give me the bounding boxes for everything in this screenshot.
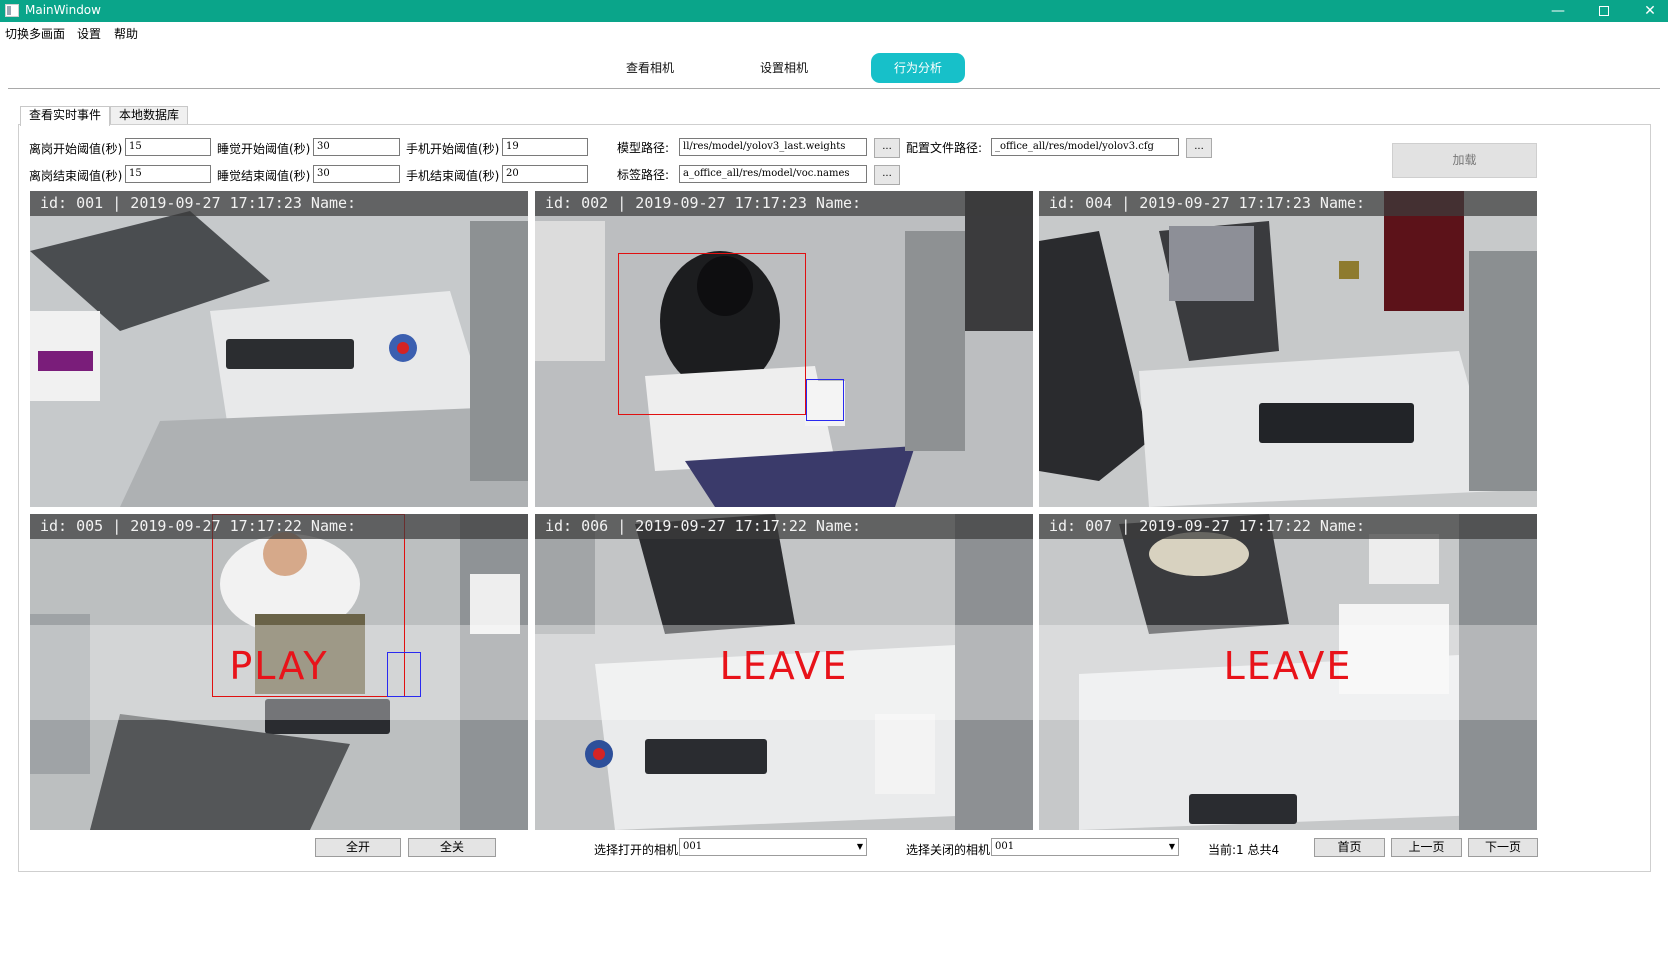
tab-behavior-analysis[interactable]: 行为分析 [871, 53, 965, 83]
close-all-button[interactable]: 全关 [408, 838, 496, 857]
menu-switch-multiview[interactable]: 切换多画面 [5, 25, 65, 42]
detection-box-person [618, 253, 806, 415]
select-open-camera-label: 选择打开的相机 [594, 843, 679, 857]
config-path-input[interactable]: _office_all/res/model/yolov3.cfg [991, 138, 1179, 156]
sleep-start-input[interactable]: 30 [313, 138, 400, 156]
next-page-button[interactable]: 下一页 [1468, 838, 1538, 857]
select-open-camera-value: 001 [683, 841, 703, 852]
page-info: 当前:1 总共4 [1208, 843, 1280, 857]
maximize-icon [1599, 6, 1609, 16]
title-bar: MainWindow — ✕ [0, 0, 1668, 22]
tag-path-input[interactable]: a_office_all/res/model/voc.names [679, 165, 867, 183]
select-close-camera-value: 001 [995, 841, 1015, 852]
select-close-camera-label: 选择关闭的相机 [906, 843, 991, 857]
behavior-status-label: LEAVE [1223, 644, 1353, 688]
camera-overlay-text: id: 005 | 2019-09-27 17:17:22 Name: [30, 514, 528, 539]
menu-bar: 切换多画面 设置 帮助 [0, 22, 1668, 42]
tag-path-label: 标签路径: [617, 168, 670, 182]
tab-setup-camera[interactable]: 设置相机 [737, 53, 831, 83]
phone-start-input[interactable]: 19 [502, 138, 588, 156]
config-path-label: 配置文件路径: [906, 141, 983, 155]
camera-view-006[interactable]: LEAVE id: 006 | 2019-09-27 17:17:22 Name… [535, 514, 1033, 830]
config-path-browse-button[interactable]: ... [1186, 138, 1212, 158]
leave-end-input[interactable]: 15 [125, 165, 211, 183]
sleep-end-label: 睡觉结束阈值(秒) [217, 169, 311, 183]
camera-overlay-text: id: 001 | 2019-09-27 17:17:23 Name: [30, 191, 528, 216]
phone-end-input[interactable]: 20 [502, 165, 588, 183]
camera-scene [1039, 191, 1537, 507]
open-all-button[interactable]: 全开 [315, 838, 401, 857]
model-path-label: 模型路径: [617, 141, 670, 155]
minimize-button[interactable]: — [1535, 0, 1581, 22]
camera-view-007[interactable]: LEAVE id: 007 | 2019-09-27 17:17:22 Name… [1039, 514, 1537, 830]
camera-view-002[interactable]: id: 002 | 2019-09-27 17:17:23 Name: [535, 191, 1033, 507]
sleep-end-input[interactable]: 30 [313, 165, 400, 183]
close-button[interactable]: ✕ [1627, 0, 1668, 22]
camera-overlay-text: id: 002 | 2019-09-27 17:17:23 Name: [535, 191, 1033, 216]
tab-realtime-events[interactable]: 查看实时事件 [20, 106, 111, 126]
maximize-button[interactable] [1581, 0, 1627, 22]
app-icon [5, 4, 19, 17]
camera-overlay-text: id: 006 | 2019-09-27 17:17:22 Name: [535, 514, 1033, 539]
leave-start-input[interactable]: 15 [125, 138, 211, 156]
first-page-button[interactable]: 首页 [1314, 838, 1385, 857]
load-button[interactable]: 加载 [1392, 143, 1537, 178]
window-title: MainWindow [25, 3, 101, 17]
model-path-browse-button[interactable]: ... [874, 138, 900, 158]
menu-help[interactable]: 帮助 [114, 25, 138, 42]
top-tab-bar: 查看相机 设置相机 行为分析 [8, 45, 1660, 89]
select-close-camera-dropdown[interactable]: 001 ▼ [991, 838, 1179, 856]
sleep-start-label: 睡觉开始阈值(秒) [217, 142, 311, 156]
leave-start-label: 离岗开始阈值(秒) [29, 142, 123, 156]
behavior-status-label: PLAY [229, 644, 329, 688]
select-open-camera-dropdown[interactable]: 001 ▼ [679, 838, 867, 856]
menu-settings[interactable]: 设置 [77, 25, 101, 42]
leave-end-label: 离岗结束阈值(秒) [29, 169, 123, 183]
camera-overlay-text: id: 004 | 2019-09-27 17:17:23 Name: [1039, 191, 1537, 216]
tab-local-database[interactable]: 本地数据库 [110, 106, 189, 125]
camera-view-001[interactable]: id: 001 | 2019-09-27 17:17:23 Name: [30, 191, 528, 507]
camera-overlay-text: id: 007 | 2019-09-27 17:17:22 Name: [1039, 514, 1537, 539]
camera-scene [30, 191, 528, 507]
phone-start-label: 手机开始阈值(秒) [406, 142, 500, 156]
prev-page-button[interactable]: 上一页 [1391, 838, 1462, 857]
tab-view-camera[interactable]: 查看相机 [603, 53, 697, 83]
behavior-status-label: LEAVE [719, 644, 849, 688]
camera-view-005[interactable]: PLAY id: 005 | 2019-09-27 17:17:22 Name: [30, 514, 528, 830]
tag-path-browse-button[interactable]: ... [874, 165, 900, 185]
model-path-input[interactable]: ll/res/model/yolov3_last.weights [679, 138, 867, 156]
phone-end-label: 手机结束阈值(秒) [406, 169, 500, 183]
dropdown-arrow-icon: ▼ [1168, 842, 1175, 851]
detection-box-phone [806, 379, 844, 421]
camera-view-004[interactable]: id: 004 | 2019-09-27 17:17:23 Name: [1039, 191, 1537, 507]
dropdown-arrow-icon: ▼ [856, 842, 863, 851]
